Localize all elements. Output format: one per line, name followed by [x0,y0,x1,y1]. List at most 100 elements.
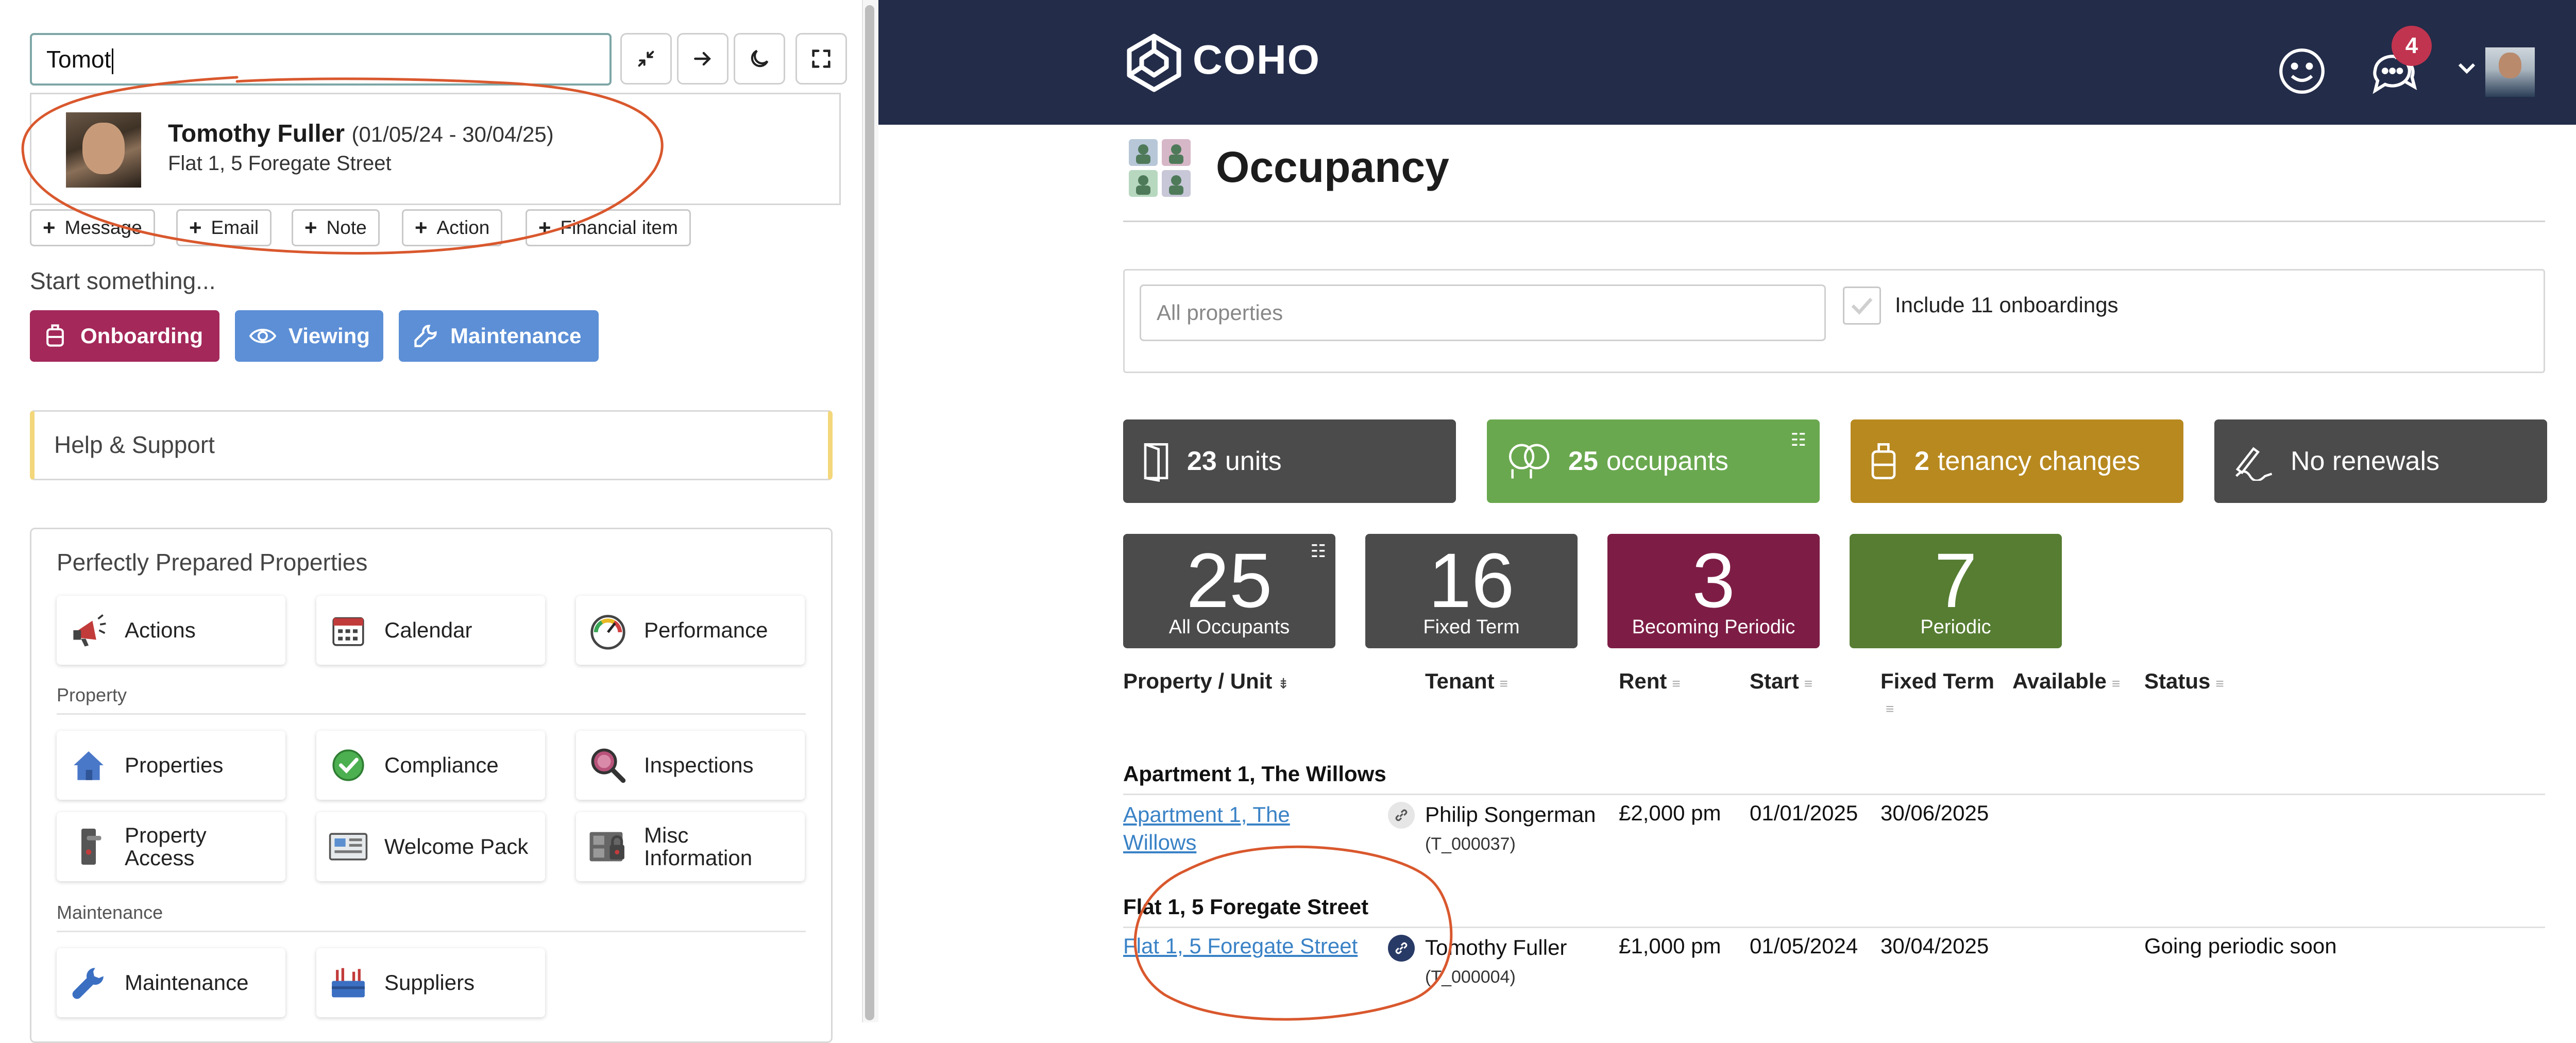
tile-property-access[interactable]: Property Access [57,812,285,881]
maintenance-button[interactable]: Maintenance [399,310,599,362]
renewals-card[interactable]: No renewals [2214,419,2547,503]
tile-calendar[interactable]: Calendar [316,596,545,665]
logo-text[interactable]: COHO [1193,36,1320,83]
add-financial-item-button[interactable]: + Financial item [526,209,691,246]
moon-icon [751,49,769,68]
sort-icon: ≡ [2111,676,2121,692]
col-tenant[interactable]: Tenant ≡ [1425,669,1508,694]
tenancy-changes-card[interactable]: 2 tenancy changes [1851,419,2183,503]
add-action-button[interactable]: + Action [402,209,503,246]
units-card[interactable]: 23 units [1123,419,1456,503]
toolbox-icon [327,961,370,1004]
sort-icon[interactable]: ≡ [1886,701,1894,717]
fixed-term-card[interactable]: 16 Fixed Term [1365,534,1578,648]
fixed-term-label: Fixed Term [1423,616,1520,638]
sort-icon: ≡ [1672,676,1681,692]
fixed-term-cell: 30/04/2025 [1880,934,1989,958]
becoming-periodic-card[interactable]: 3 Becoming Periodic [1607,534,1820,648]
fullscreen-button[interactable] [795,33,847,85]
col-fixed-term[interactable]: Fixed Term [1880,669,1994,694]
wrench-icon [67,961,110,1004]
periodic-card[interactable]: 7 Periodic [1850,534,2062,648]
section-maintenance-label: Maintenance [57,902,163,923]
tile-actions[interactable]: Actions [57,596,285,665]
check-icon [1851,297,1873,315]
tenant-cell[interactable]: Tomothy Fuller (T_000004) [1425,934,1611,991]
add-email-button[interactable]: + Email [176,209,272,246]
people-icon [1505,442,1552,481]
all-occupants-card[interactable]: 25 All Occupants ☷ [1123,534,1335,648]
tenant-avatar-face [82,123,125,174]
property-filter-input[interactable]: All properties [1140,284,1826,341]
start-something-label: Start something... [30,267,216,294]
plus-icon: + [43,215,56,240]
sort-icon: ≡ [2215,676,2224,692]
chevron-down-icon[interactable] [2456,61,2477,79]
notification-badge: 4 [2392,26,2432,66]
sort-icon: ≡ [1499,676,1508,692]
plus-icon: + [189,215,202,240]
luggage-icon [46,324,64,347]
dark-mode-button[interactable] [734,33,785,85]
arrow-right-icon [694,52,711,66]
group-header: Apartment 1, The Willows [1123,762,1386,786]
status-cell: Going periodic soon [2144,934,2337,958]
section-divider [57,713,806,715]
start-cell: 01/05/2024 [1750,934,1858,958]
occupants-card[interactable]: 25 occupants ☷ [1487,419,1820,503]
unit-link[interactable]: Apartment 1, The Willows [1123,801,1334,856]
plus-icon: + [304,215,317,240]
tile-compliance[interactable]: Compliance [316,731,545,800]
link-icon[interactable] [1388,935,1415,962]
tenant-cell[interactable]: Philip Songerman (T_000037) [1425,801,1611,858]
door-handle-icon [67,825,110,868]
tile-misc-information[interactable]: Misc Information [576,812,805,881]
col-status[interactable]: Status ≡ [2144,669,2224,694]
page-title: Occupancy [1216,143,1449,191]
fullscreen-icon [812,49,831,68]
start-cell: 01/01/2025 [1750,801,1858,825]
col-property-unit[interactable]: Property / Unit ⇟ [1123,669,1290,694]
search-result[interactable] [30,93,841,205]
tile-maintenance[interactable]: Maintenance [57,948,285,1017]
magnifier-icon [586,744,630,787]
col-rent[interactable]: Rent ≡ [1619,669,1681,694]
periodic-label: Periodic [1920,616,1991,638]
smiley-icon[interactable] [2277,46,2327,98]
quick-panel: Tomot Tomothy Fuller (01/05/24 - 30/04/2… [0,0,878,1043]
tile-properties[interactable]: Properties [57,731,285,800]
all-occupants-label: All Occupants [1168,616,1290,638]
col-start[interactable]: Start ≡ [1750,669,1812,694]
panel-scroll-thumb[interactable] [865,5,874,1020]
group-header: Flat 1, 5 Foregate Street [1123,895,1369,919]
add-note-button[interactable]: + Note [292,209,380,246]
logo-icon[interactable] [1123,32,1185,96]
viewing-button[interactable]: Viewing [235,310,383,362]
search-input[interactable]: Tomot [30,33,612,86]
tile-inspections[interactable]: Inspections [576,731,805,800]
result-address: Flat 1, 5 Foregate Street [168,152,392,175]
col-available[interactable]: Available ≡ [2012,669,2120,694]
collapse-button[interactable] [620,33,672,85]
periodic-value: 7 [1934,537,1977,624]
plus-icon: + [415,215,428,240]
sort-icon: ⇟ [1277,676,1290,692]
add-message-button[interactable]: + Message [30,209,155,246]
help-support-link[interactable]: Help & Support [30,410,833,480]
tile-suppliers[interactable]: Suppliers [316,948,545,1017]
sort-icon: ≡ [1804,676,1813,692]
occupancy-icon [1126,137,1193,201]
onboarding-button[interactable]: Onboarding [30,310,219,362]
link-icon[interactable] [1388,802,1415,829]
tile-performance[interactable]: Performance [576,596,805,665]
unit-link[interactable]: Flat 1, 5 Foregate Street [1123,934,1358,958]
plus-icon: + [538,215,551,240]
go-button[interactable] [677,33,728,85]
tile-welcome-pack[interactable]: Welcome Pack [316,812,545,881]
result-name: Tomothy Fuller (01/05/24 - 30/04/25) [168,120,554,147]
section-divider [57,931,806,932]
becoming-periodic-value: 3 [1692,537,1735,624]
section-property-label: Property [57,684,127,705]
welcome-board-icon [327,825,370,868]
include-onboardings-checkbox[interactable] [1843,287,1881,325]
